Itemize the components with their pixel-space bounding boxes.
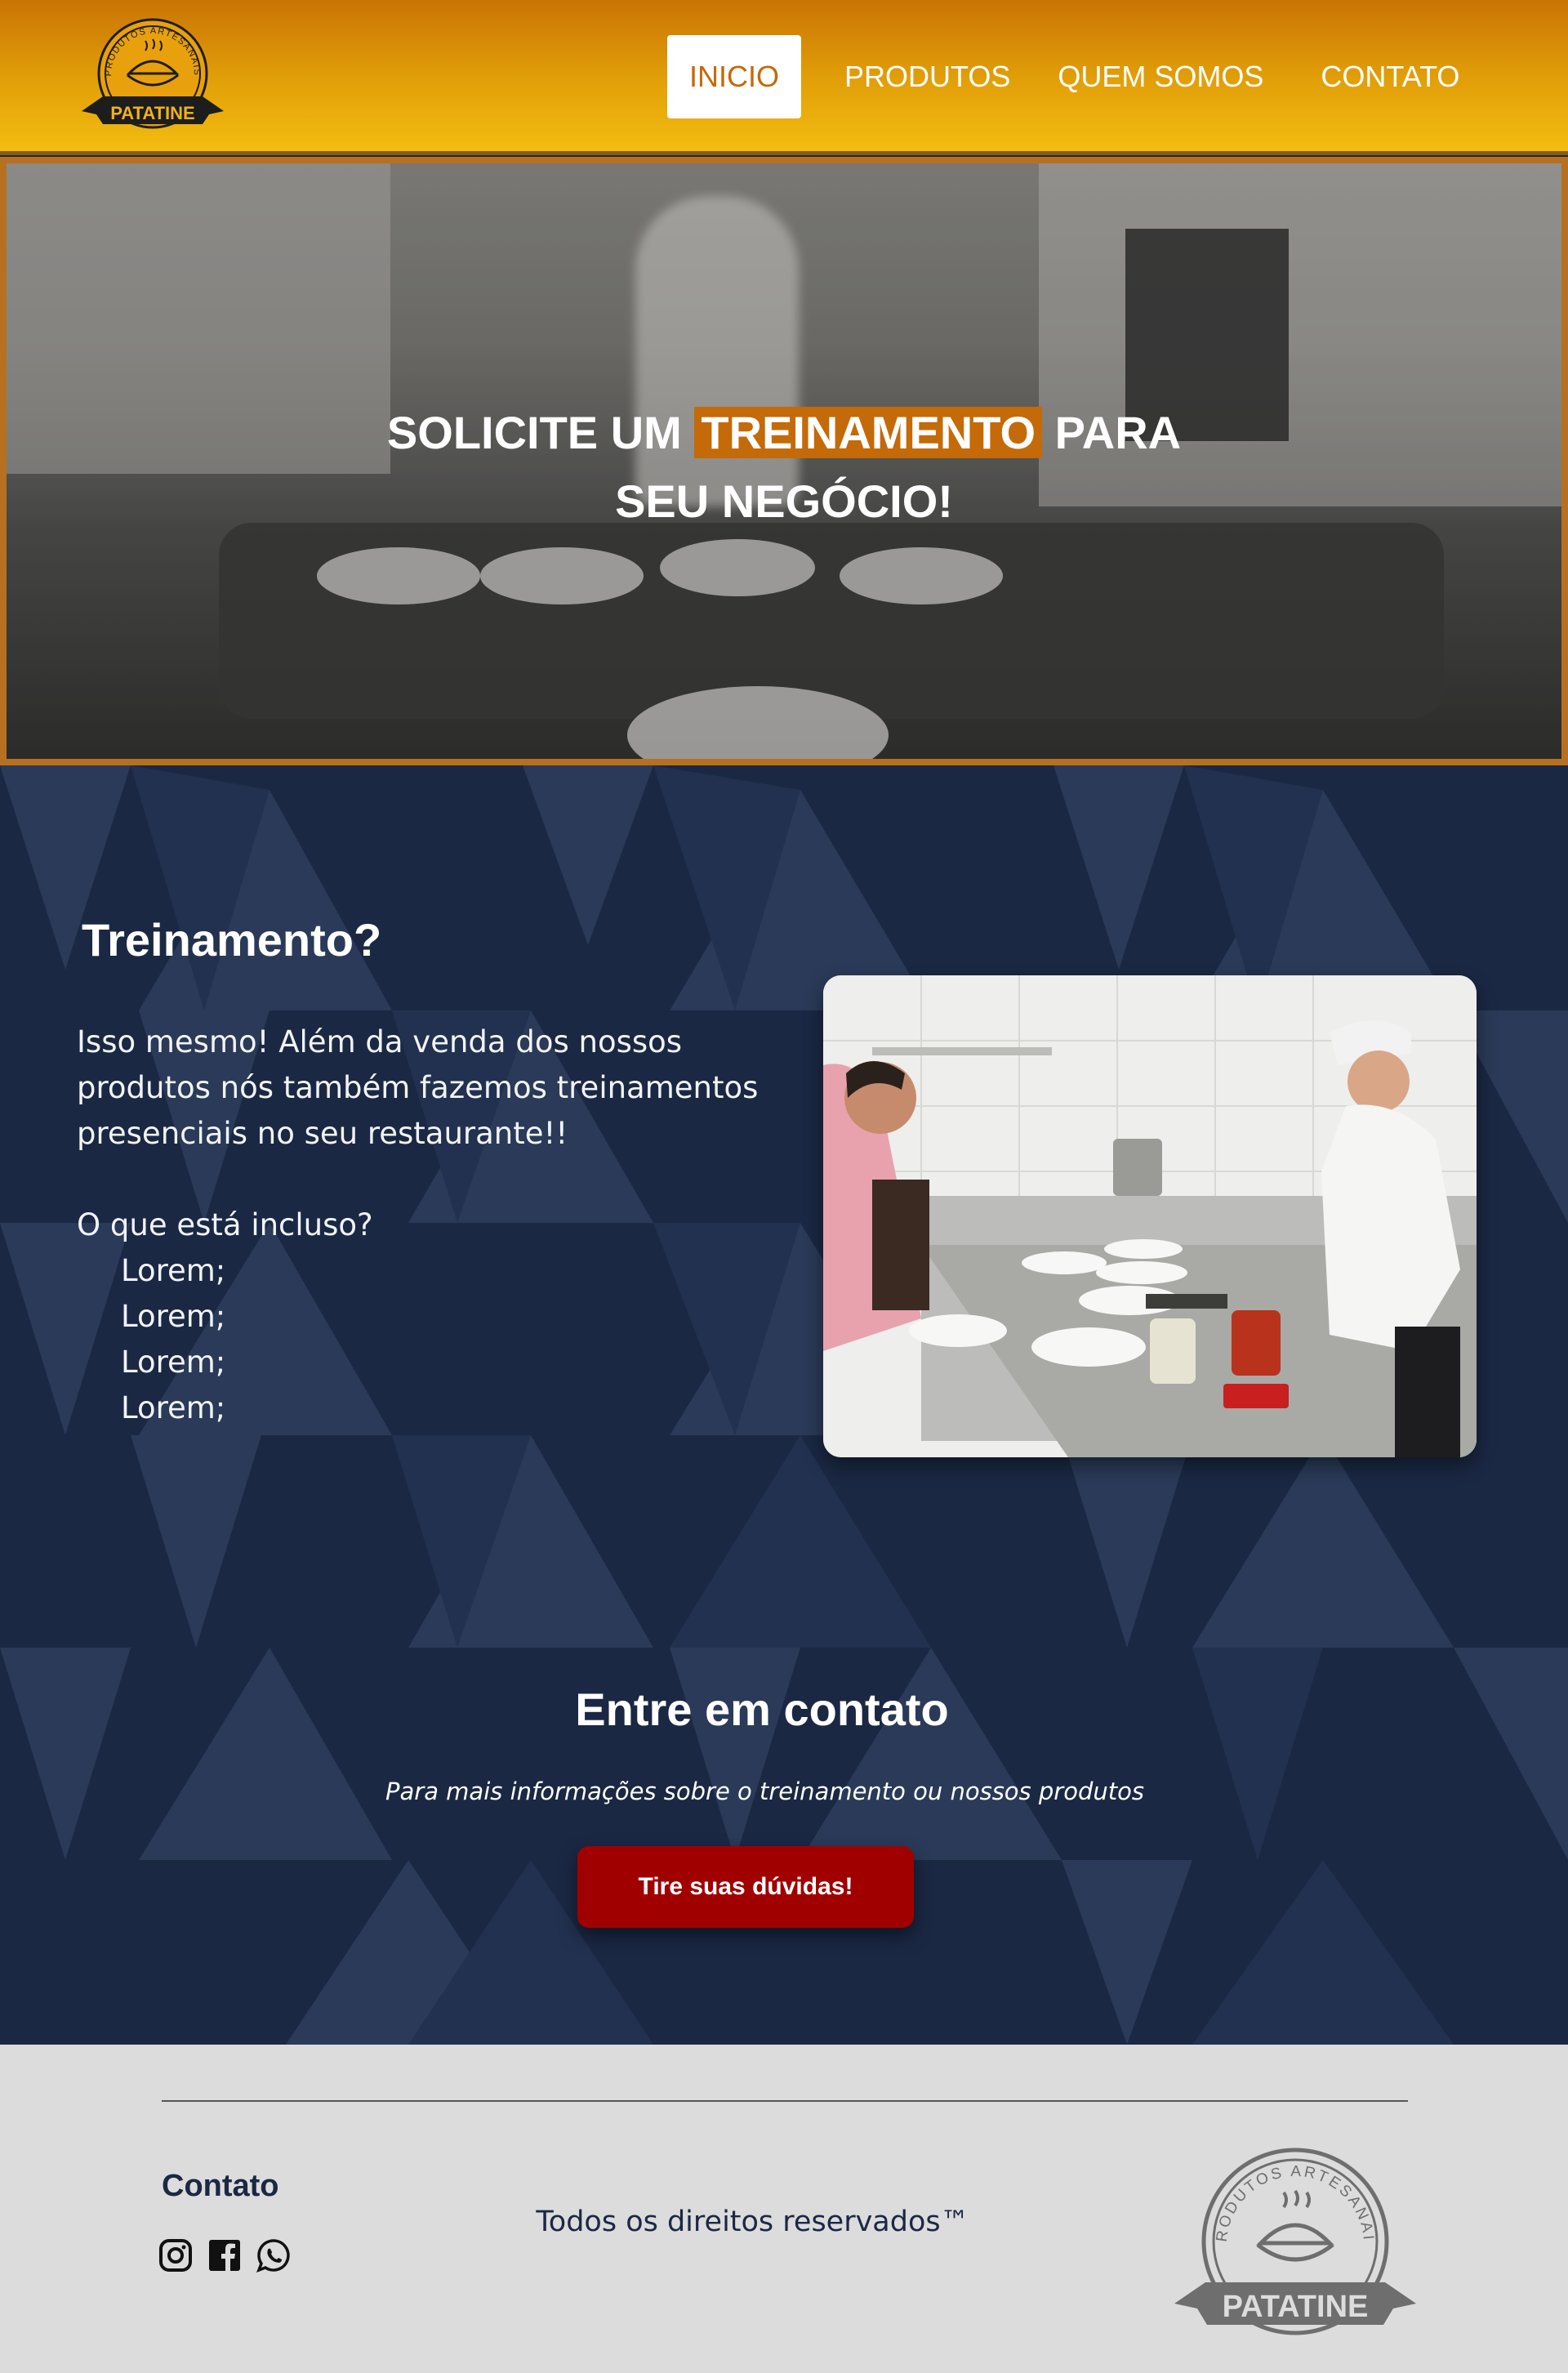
ask-questions-button[interactable]: Tire suas dúvidas! [577,1846,914,1928]
list-item: Lorem; [121,1345,226,1380]
training-description: Isso mesmo! Além da venda dos nossos pro… [77,1019,795,1431]
training-photo [823,975,1477,1457]
patatine-logo[interactable]: PRODUTOS ARTESANAIS PATATINE [78,15,227,137]
contact-title: Entre em contato [575,1684,949,1735]
site-header: PRODUTOS ARTESANAIS PATATINE INICIO PROD… [0,0,1568,155]
training-title: Treinamento? [82,914,382,966]
nav-inicio[interactable]: INICIO [667,35,801,118]
facebook-icon[interactable] [207,2238,242,2273]
hero-highlight: TREINAMENTO [694,407,1042,458]
instagram-icon[interactable] [158,2238,193,2273]
nav-contato[interactable]: CONTATO [1321,35,1459,118]
training-paragraph: Isso mesmo! Além da venda dos nossos pro… [77,1024,759,1151]
svg-text:PATATINE: PATATINE [110,103,194,123]
list-item: Lorem; [121,1253,226,1288]
whatsapp-icon[interactable] [256,2238,291,2273]
patatine-logo-footer[interactable]: PRODUTOS ARTESANAIS PATATINE [1173,2143,1418,2340]
footer-divider [162,2100,1408,2102]
nav-produtos[interactable]: PRODUTOS [844,35,1010,118]
included-label: O que está incluso? [77,1207,373,1242]
hero-banner: SOLICITE UM TREINAMENTO PARA SEU NEGÓCIO… [0,157,1568,765]
footer-contact-label: Contato [162,2169,279,2203]
list-item: Lorem; [121,1390,226,1425]
list-item: Lorem; [121,1299,226,1334]
nav-quem-somos[interactable]: QUEM SOMOS [1058,35,1263,118]
social-links [158,2238,291,2273]
svg-text:PATATINE: PATATINE [1223,2290,1369,2324]
contact-subtitle: Para mais informações sobre o treinament… [385,1778,1144,1805]
hero-title: SOLICITE UM TREINAMENTO PARA SEU NEGÓCIO… [386,407,1182,527]
main-nav: INICIO PRODUTOS QUEM SOMOS CONTATO [667,35,1459,118]
